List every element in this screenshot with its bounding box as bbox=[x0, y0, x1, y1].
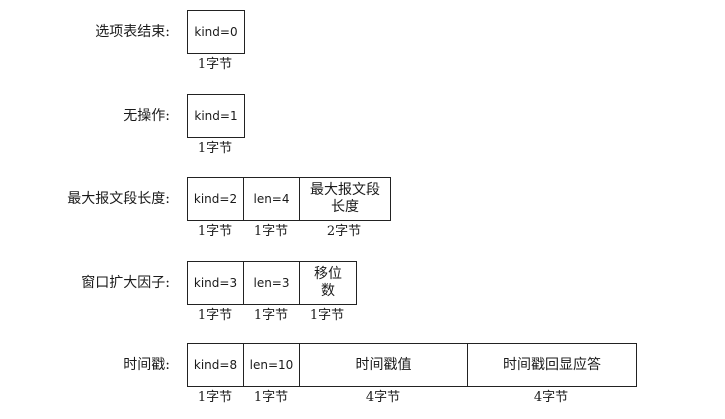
field-cell: kind=0 bbox=[194, 25, 238, 39]
row-label: 窗口扩大因子: bbox=[81, 275, 170, 291]
byte-size-label: 4字节 bbox=[365, 390, 401, 405]
byte-size-label: 1字节 bbox=[197, 141, 233, 156]
row-label: 无操作: bbox=[123, 108, 170, 124]
option-field-box: kind=1 bbox=[187, 94, 245, 138]
byte-size-row: 1字节 1字节 4字节 4字节 bbox=[187, 390, 635, 406]
byte-size-label: 1字节 bbox=[253, 224, 289, 239]
byte-size-label: 1字节 bbox=[197, 224, 233, 239]
field-cell: len=10 bbox=[244, 344, 300, 386]
byte-size-row: 1字节 bbox=[187, 57, 243, 73]
byte-size-label: 1字节 bbox=[253, 308, 289, 323]
row-label: 时间戳: bbox=[123, 357, 170, 373]
field-cell: 时间戳回显应答 bbox=[503, 356, 601, 373]
byte-size-label: 1字节 bbox=[253, 390, 289, 405]
option-field-box: kind=8 len=10 时间戳值 时间戳回显应答 bbox=[187, 343, 637, 387]
row-label: 最大报文段长度: bbox=[67, 191, 170, 207]
byte-size-label: 4字节 bbox=[533, 390, 569, 405]
byte-size-row: 1字节 bbox=[187, 141, 243, 157]
field-cell: kind=8 bbox=[188, 344, 244, 386]
row-label: 选项表结束: bbox=[95, 24, 170, 40]
option-field-box: kind=0 bbox=[187, 10, 245, 54]
option-field-box: kind=2 len=4 最大报文段 长度 bbox=[187, 177, 391, 221]
field-cell: 移位 数 bbox=[314, 266, 342, 299]
byte-size-label: 1字节 bbox=[197, 308, 233, 323]
field-cell: kind=1 bbox=[194, 109, 238, 123]
field-cell: kind=3 bbox=[188, 262, 244, 304]
field-cell: kind=2 bbox=[188, 178, 244, 220]
byte-size-label: 1字节 bbox=[309, 308, 345, 323]
option-field-box: kind=3 len=3 移位 数 bbox=[187, 261, 357, 305]
byte-size-row: 1字节 1字节 2字节 bbox=[187, 224, 389, 240]
byte-size-label: 1字节 bbox=[197, 390, 233, 405]
field-cell: 最大报文段 长度 bbox=[310, 182, 380, 215]
field-cell: 时间戳值 bbox=[300, 344, 468, 386]
field-cell: len=4 bbox=[244, 178, 300, 220]
byte-size-label: 2字节 bbox=[326, 224, 362, 239]
byte-size-row: 1字节 1字节 1字节 bbox=[187, 308, 355, 324]
field-cell: len=3 bbox=[244, 262, 300, 304]
byte-size-label: 1字节 bbox=[197, 57, 233, 72]
